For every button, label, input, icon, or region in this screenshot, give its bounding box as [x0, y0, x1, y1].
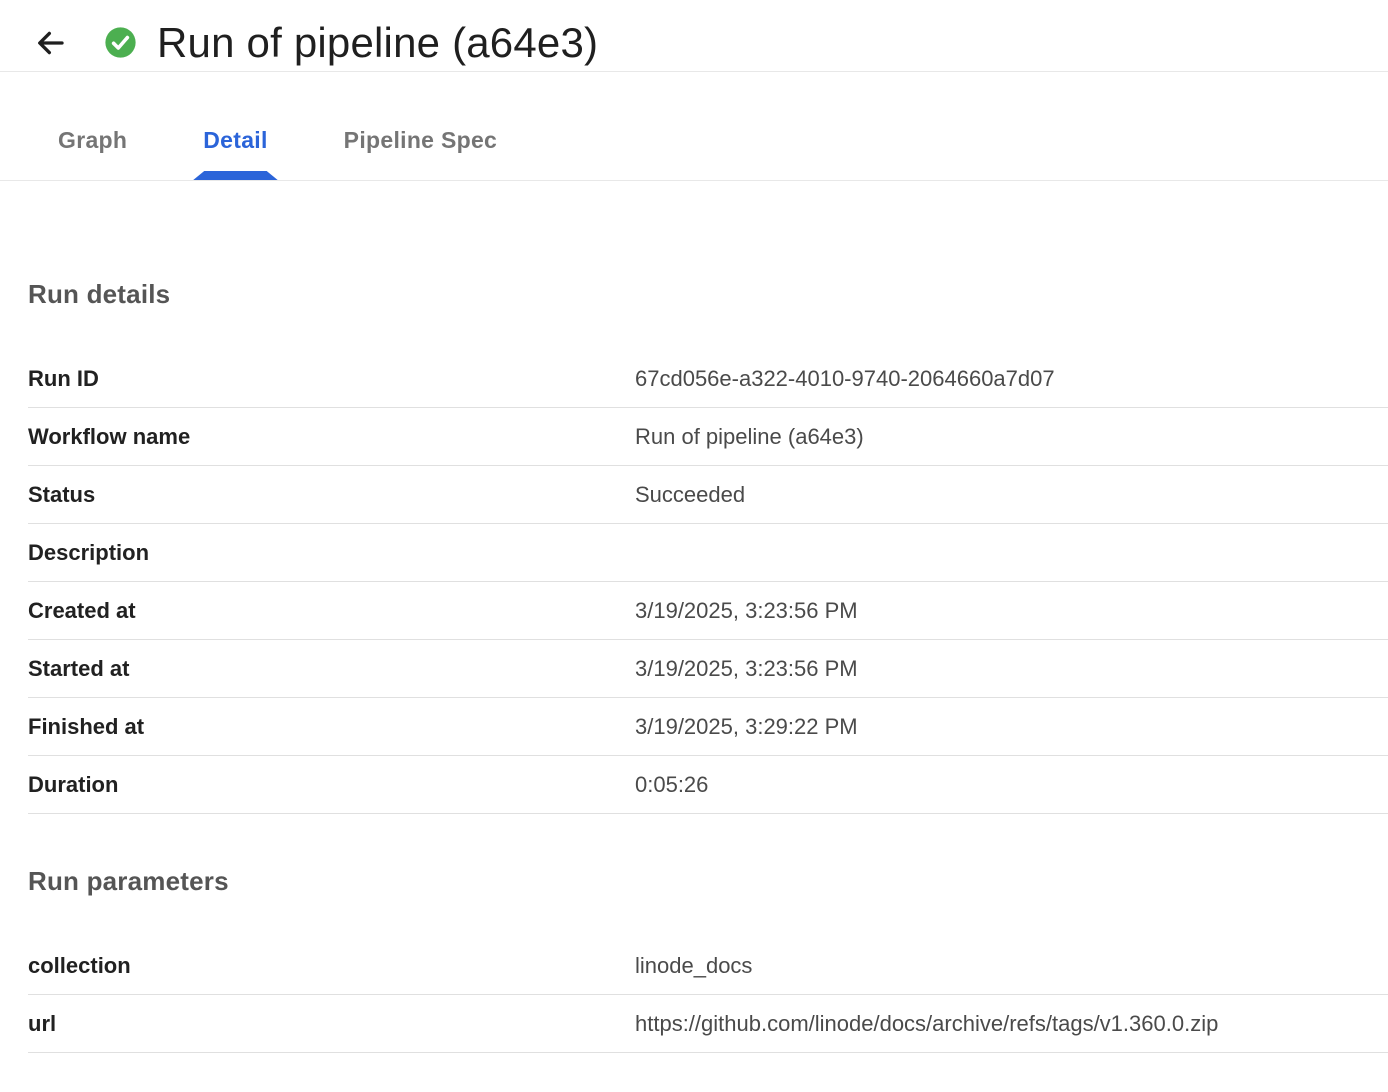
row-label: url: [28, 1011, 635, 1037]
tab-pipeline-spec-label: Pipeline Spec: [344, 127, 497, 153]
run-details-table: Run ID 67cd056e-a322-4010-9740-2064660a7…: [28, 350, 1388, 814]
row-label: Description: [28, 540, 635, 566]
tab-graph-label: Graph: [58, 127, 127, 153]
table-row-description: Description: [28, 524, 1388, 582]
table-row-created-at: Created at 3/19/2025, 3:23:56 PM: [28, 582, 1388, 640]
row-value: 3/19/2025, 3:29:22 PM: [635, 714, 858, 740]
tab-graph[interactable]: Graph: [28, 127, 157, 180]
table-row-url: url https://github.com/linode/docs/archi…: [28, 995, 1388, 1053]
table-row-finished-at: Finished at 3/19/2025, 3:29:22 PM: [28, 698, 1388, 756]
row-label: collection: [28, 953, 635, 979]
row-label: Run ID: [28, 366, 635, 392]
table-row-workflow-name: Workflow name Run of pipeline (a64e3): [28, 408, 1388, 466]
row-value: linode_docs: [635, 953, 752, 979]
tab-bar: Graph Detail Pipeline Spec: [0, 72, 1388, 181]
row-value: 3/19/2025, 3:23:56 PM: [635, 656, 858, 682]
row-label: Finished at: [28, 714, 635, 740]
back-button[interactable]: [33, 26, 67, 60]
row-label: Workflow name: [28, 424, 635, 450]
table-row-status: Status Succeeded: [28, 466, 1388, 524]
tab-pipeline-spec[interactable]: Pipeline Spec: [314, 127, 527, 180]
row-label: Created at: [28, 598, 635, 624]
row-value: https://github.com/linode/docs/archive/r…: [635, 1011, 1218, 1037]
row-value: 3/19/2025, 3:23:56 PM: [635, 598, 858, 624]
row-label: Started at: [28, 656, 635, 682]
page-title: Run of pipeline (a64e3): [157, 19, 598, 67]
tab-detail-label: Detail: [203, 127, 267, 153]
status-succeeded-icon: [104, 26, 137, 59]
table-row-run-id: Run ID 67cd056e-a322-4010-9740-2064660a7…: [28, 350, 1388, 408]
table-row-collection: collection linode_docs: [28, 937, 1388, 995]
row-label: Duration: [28, 772, 635, 798]
arrow-left-icon: [34, 27, 66, 59]
run-details-heading: Run details: [28, 181, 1388, 310]
run-parameters-heading: Run parameters: [28, 814, 1388, 897]
row-value: Run of pipeline (a64e3): [635, 424, 864, 450]
row-value: 0:05:26: [635, 772, 708, 798]
tab-detail[interactable]: Detail: [173, 127, 297, 180]
active-tab-indicator: [193, 171, 277, 180]
table-row-started-at: Started at 3/19/2025, 3:23:56 PM: [28, 640, 1388, 698]
row-value: Succeeded: [635, 482, 745, 508]
run-parameters-table: collection linode_docs url https://githu…: [28, 937, 1388, 1053]
row-label: Status: [28, 482, 635, 508]
row-value: 67cd056e-a322-4010-9740-2064660a7d07: [635, 366, 1055, 392]
table-row-duration: Duration 0:05:26: [28, 756, 1388, 814]
run-header: Run of pipeline (a64e3): [0, 0, 1388, 72]
run-detail-content: Run details Run ID 67cd056e-a322-4010-97…: [0, 181, 1388, 1053]
